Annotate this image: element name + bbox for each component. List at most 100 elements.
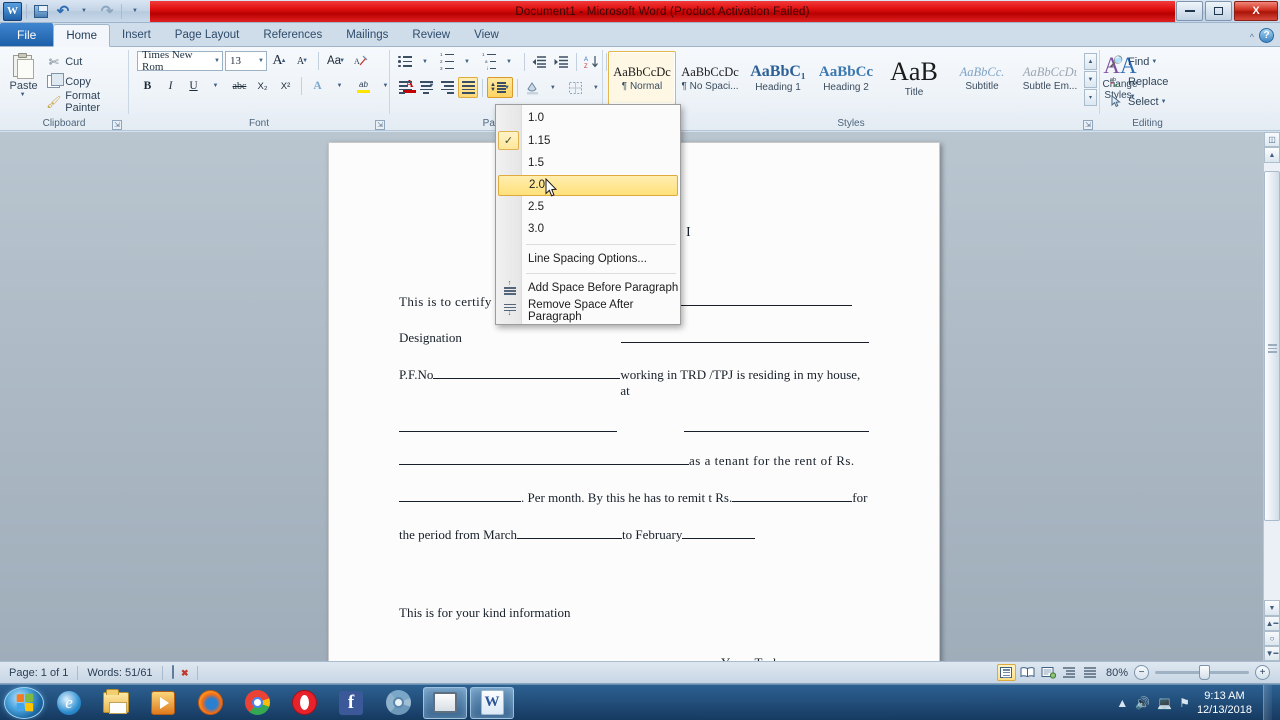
help-icon[interactable]: ?: [1259, 28, 1274, 43]
minimize-button[interactable]: [1176, 1, 1203, 21]
select-browse-object-icon[interactable]: ○: [1264, 631, 1280, 646]
subscript-button[interactable]: X₂: [252, 76, 273, 97]
chevron-down-icon[interactable]: ▼: [1161, 99, 1167, 105]
undo-dropdown-icon[interactable]: ▼: [75, 2, 95, 21]
previous-page-icon[interactable]: ▲━: [1264, 616, 1280, 631]
scroll-up-icon[interactable]: ▲: [1264, 147, 1280, 163]
taskbar-media-player[interactable]: [141, 687, 185, 719]
numbering-dropdown-icon[interactable]: ▼: [458, 51, 478, 72]
font-size-combo[interactable]: 13 ▼: [225, 51, 267, 71]
styles-dialog-launcher[interactable]: ⇲: [1083, 120, 1093, 130]
taskbar-opera[interactable]: [282, 687, 326, 719]
styles-scroll-up-icon[interactable]: ▲: [1084, 53, 1097, 70]
taskbar-internet-explorer[interactable]: e: [47, 687, 91, 719]
menu-item-add-space-before[interactable]: ↑ Add Space Before Paragraph: [496, 277, 680, 300]
zoom-level-label[interactable]: 80%: [1106, 667, 1128, 679]
customize-qat-icon[interactable]: ▼: [126, 2, 146, 21]
scroll-down-icon[interactable]: ▼: [1264, 600, 1280, 616]
view-web-layout-icon[interactable]: [1039, 664, 1058, 681]
strikethrough-button[interactable]: abc: [229, 76, 250, 97]
collapse-ribbon-icon[interactable]: ^: [1250, 32, 1254, 42]
align-right-icon[interactable]: [437, 77, 457, 98]
italic-button[interactable]: I: [160, 76, 181, 97]
tab-page-layout[interactable]: Page Layout: [163, 24, 252, 46]
tab-home[interactable]: Home: [53, 24, 111, 47]
underline-dropdown-icon[interactable]: ▼: [206, 76, 227, 97]
menu-item-line-spacing-options[interactable]: Line Spacing Options...: [496, 248, 680, 271]
restore-button[interactable]: [1205, 1, 1232, 21]
zoom-slider-thumb[interactable]: [1199, 665, 1210, 680]
view-print-layout-icon[interactable]: [996, 664, 1016, 681]
clipboard-dialog-launcher[interactable]: ⇲: [112, 120, 122, 130]
chevron-down-icon[interactable]: ▼: [210, 58, 220, 64]
bullets-dropdown-icon[interactable]: ▼: [416, 51, 436, 72]
find-button[interactable]: 🔎 Find ▼: [1105, 52, 1172, 71]
text-effects-button[interactable]: A: [307, 76, 328, 97]
shading-dropdown-icon[interactable]: ▼: [544, 77, 564, 98]
shrink-font-button[interactable]: A ▼: [292, 51, 313, 72]
chevron-down-icon[interactable]: ▼: [1151, 59, 1157, 65]
decrease-indent-icon[interactable]: [529, 51, 550, 72]
show-desktop-button[interactable]: [1263, 684, 1272, 720]
styles-scroll-down-icon[interactable]: ▼: [1084, 71, 1097, 88]
vertical-scrollbar[interactable]: ◫ ▲ ▼ ▲━ ○ ▼━: [1263, 132, 1280, 661]
volume-icon[interactable]: 🔊: [1135, 696, 1150, 710]
chevron-down-icon[interactable]: ▼: [20, 92, 26, 98]
zoom-slider-track[interactable]: [1155, 665, 1249, 680]
zoom-in-button[interactable]: +: [1255, 665, 1270, 680]
tab-mailings[interactable]: Mailings: [334, 24, 400, 46]
tab-references[interactable]: References: [251, 24, 334, 46]
change-case-button[interactable]: Aa ▼: [324, 51, 348, 72]
view-ruler-icon[interactable]: ◫: [1264, 132, 1280, 147]
menu-item-remove-space-after[interactable]: ↓ Remove Space After Paragraph: [496, 299, 680, 323]
borders-icon[interactable]: [565, 77, 586, 98]
zoom-out-button[interactable]: −: [1134, 665, 1149, 680]
chevron-down-icon[interactable]: ▼: [254, 58, 264, 64]
replace-button[interactable]: ab ac Replace: [1105, 72, 1172, 91]
word-logo-icon[interactable]: W: [3, 1, 22, 21]
align-center-icon[interactable]: [416, 77, 436, 98]
superscript-button[interactable]: X²: [275, 76, 296, 97]
line-spacing-menu[interactable]: 1.0 ✓ 1.15 1.5 2.0 2.5 3.0 Line Spacing …: [495, 104, 681, 325]
align-left-icon[interactable]: [395, 77, 415, 98]
justify-icon[interactable]: [458, 77, 478, 98]
menu-item-1-5[interactable]: 1.5: [496, 152, 680, 175]
scrollbar-track[interactable]: [1264, 163, 1280, 600]
style-heading-1[interactable]: AaBbC₁ Heading 1: [744, 51, 812, 105]
taskbar-firefox[interactable]: [188, 687, 232, 719]
text-effects-dropdown-icon[interactable]: ▼: [330, 76, 351, 97]
page-indicator[interactable]: Page: 1 of 1: [0, 662, 77, 684]
save-icon[interactable]: [31, 2, 51, 21]
underline-button[interactable]: U: [183, 76, 204, 97]
cut-button[interactable]: ✄ Cut: [42, 52, 123, 71]
menu-item-2-5[interactable]: 2.5: [496, 196, 680, 219]
numbering-icon[interactable]: 123: [437, 51, 457, 72]
font-dialog-launcher[interactable]: ⇲: [375, 120, 385, 130]
style-no-spacing[interactable]: AaBbCcDc ¶ No Spaci...: [676, 51, 744, 105]
menu-item-2-0[interactable]: 2.0: [498, 174, 678, 196]
style-title[interactable]: AaB Title: [880, 51, 948, 105]
redo-icon[interactable]: ↷: [97, 2, 117, 21]
tab-review[interactable]: Review: [400, 24, 462, 46]
next-page-icon[interactable]: ▼━: [1264, 646, 1280, 661]
font-name-combo[interactable]: Times New Rom ▼: [137, 49, 223, 73]
action-center-icon[interactable]: ⚑: [1179, 696, 1190, 710]
taskbar-chromium[interactable]: [376, 687, 420, 719]
tab-file[interactable]: File: [0, 23, 54, 46]
taskbar-microsoft-word[interactable]: W: [470, 686, 514, 719]
taskbar-windows-explorer[interactable]: [94, 687, 138, 719]
multilevel-dropdown-icon[interactable]: ▼: [500, 51, 520, 72]
document-text[interactable]: This is to certify that Mr. Designation …: [399, 293, 869, 661]
style-normal[interactable]: AaBbCcDc ¶ Normal: [608, 51, 676, 105]
styles-more-icon[interactable]: ▾: [1084, 89, 1097, 106]
style-subtle-emphasis[interactable]: AaBbCcDι Subtle Em...: [1016, 51, 1084, 105]
style-heading-2[interactable]: AaBbCc Heading 2: [812, 51, 880, 105]
menu-item-1-15[interactable]: ✓ 1.15: [496, 130, 680, 153]
proofing-errors-icon[interactable]: ✖: [163, 662, 197, 684]
multilevel-list-icon[interactable]: 1ai: [479, 51, 499, 72]
shading-icon[interactable]: [522, 77, 543, 98]
show-hidden-icons-icon[interactable]: ▲: [1116, 696, 1128, 710]
copy-button[interactable]: Copy: [42, 72, 123, 91]
clock[interactable]: 9:13 AM 12/13/2018: [1197, 689, 1256, 717]
sort-icon[interactable]: AZ: [581, 51, 602, 72]
